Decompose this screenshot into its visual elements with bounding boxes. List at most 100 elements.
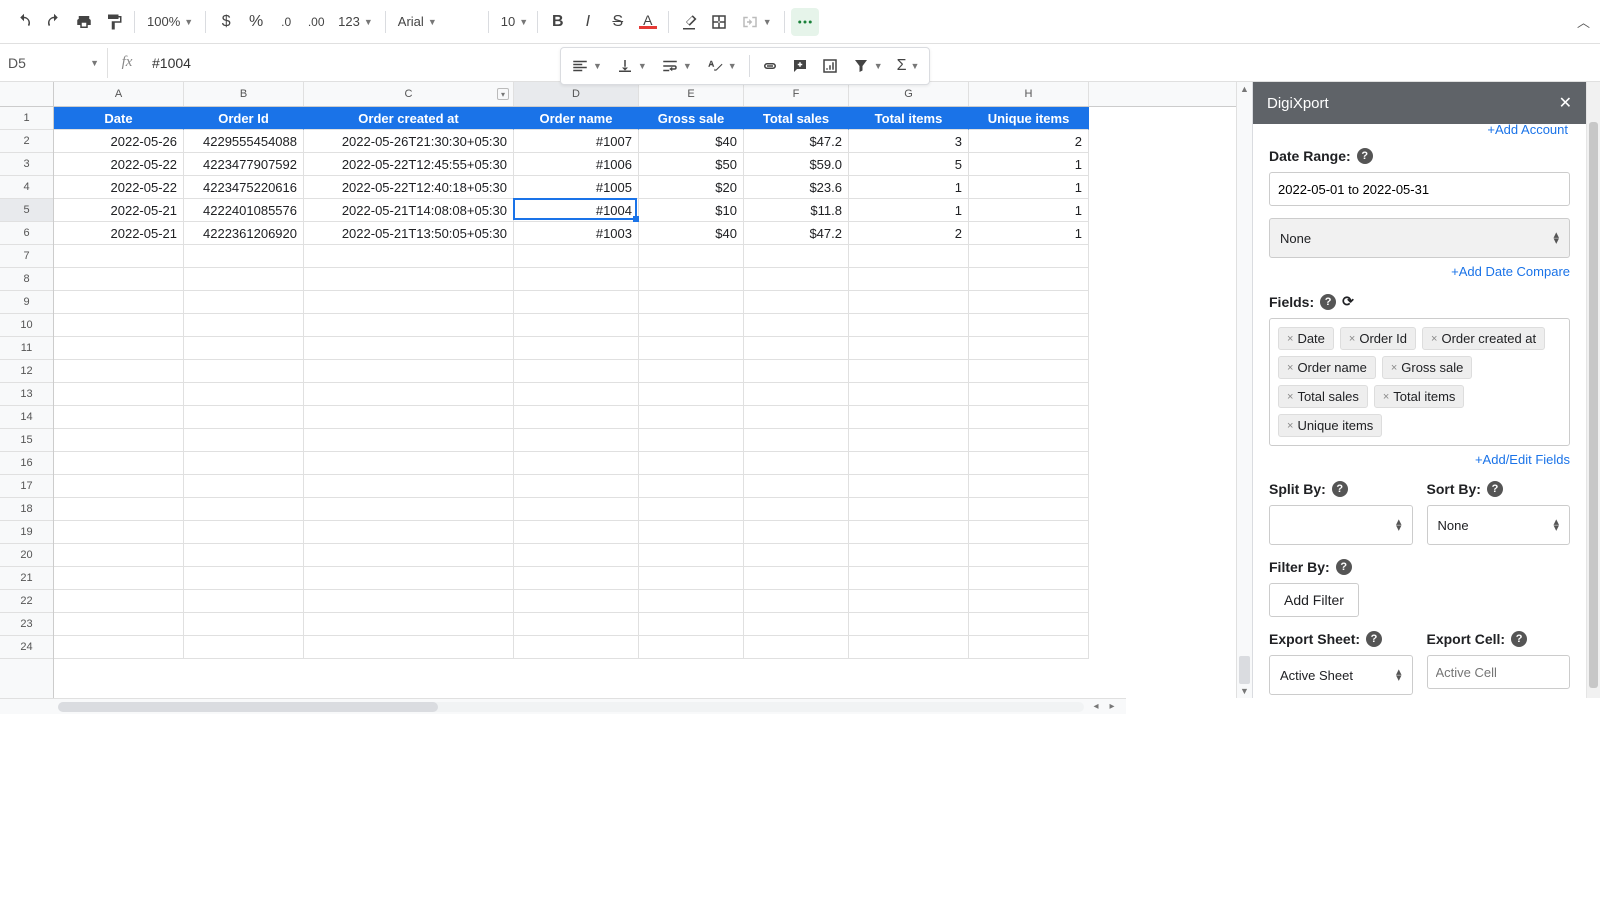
- cell[interactable]: [184, 406, 304, 429]
- cell[interactable]: [54, 636, 184, 659]
- cell[interactable]: [54, 521, 184, 544]
- field-chip[interactable]: ×Order Id: [1340, 327, 1416, 350]
- cell[interactable]: [514, 590, 639, 613]
- cell[interactable]: [304, 452, 514, 475]
- cell[interactable]: [184, 268, 304, 291]
- percent-icon[interactable]: %: [242, 8, 270, 36]
- cell[interactable]: [514, 567, 639, 590]
- cell[interactable]: [849, 636, 969, 659]
- fill-color-icon[interactable]: [675, 8, 703, 36]
- column-header-F[interactable]: F: [744, 82, 849, 106]
- row-header[interactable]: 18: [0, 498, 53, 521]
- cell[interactable]: [304, 429, 514, 452]
- cell[interactable]: [969, 337, 1089, 360]
- row-header[interactable]: 20: [0, 544, 53, 567]
- cell[interactable]: [514, 498, 639, 521]
- cell[interactable]: [54, 406, 184, 429]
- cell[interactable]: 1: [849, 176, 969, 199]
- cell[interactable]: #1003: [514, 222, 639, 245]
- cell[interactable]: [969, 475, 1089, 498]
- cell[interactable]: [304, 544, 514, 567]
- cell[interactable]: [849, 475, 969, 498]
- header-cell[interactable]: Unique items: [969, 107, 1089, 130]
- add-date-compare-link[interactable]: +Add Date Compare: [1269, 264, 1570, 279]
- remove-chip-icon[interactable]: ×: [1383, 391, 1389, 403]
- cell[interactable]: [304, 291, 514, 314]
- cell[interactable]: [514, 475, 639, 498]
- cell[interactable]: [639, 498, 744, 521]
- cell[interactable]: [849, 521, 969, 544]
- row-header[interactable]: 10: [0, 314, 53, 337]
- header-cell[interactable]: Date: [54, 107, 184, 130]
- vertical-align-dropdown[interactable]: ▼: [610, 52, 653, 80]
- cell[interactable]: [304, 268, 514, 291]
- remove-chip-icon[interactable]: ×: [1287, 391, 1293, 403]
- cell[interactable]: [744, 406, 849, 429]
- remove-chip-icon[interactable]: ×: [1391, 362, 1397, 374]
- cell[interactable]: [639, 429, 744, 452]
- cell[interactable]: [849, 452, 969, 475]
- merge-cells-dropdown[interactable]: ▼: [735, 8, 778, 36]
- cell[interactable]: [744, 567, 849, 590]
- cell[interactable]: [514, 636, 639, 659]
- strikethrough-icon[interactable]: S: [604, 8, 632, 36]
- cell[interactable]: [639, 521, 744, 544]
- cell[interactable]: 2022-05-22T12:45:55+05:30: [304, 153, 514, 176]
- cell[interactable]: [744, 429, 849, 452]
- column-header-D[interactable]: D: [514, 82, 639, 106]
- text-wrap-dropdown[interactable]: ▼: [655, 52, 698, 80]
- field-chip[interactable]: ×Date: [1278, 327, 1334, 350]
- cell[interactable]: 2022-05-22: [54, 153, 184, 176]
- header-cell[interactable]: Order Id: [184, 107, 304, 130]
- scroll-up-icon[interactable]: ▲: [1237, 82, 1252, 96]
- bold-icon[interactable]: B: [544, 8, 572, 36]
- cell[interactable]: [514, 406, 639, 429]
- cell[interactable]: 2: [969, 130, 1089, 153]
- cell[interactable]: $40: [639, 130, 744, 153]
- cell[interactable]: $59.0: [744, 153, 849, 176]
- cell[interactable]: [849, 567, 969, 590]
- insert-link-icon[interactable]: [756, 52, 784, 80]
- cell[interactable]: [514, 521, 639, 544]
- cell[interactable]: [744, 590, 849, 613]
- cell[interactable]: $20: [639, 176, 744, 199]
- field-chip[interactable]: ×Unique items: [1278, 414, 1382, 437]
- cell[interactable]: [54, 498, 184, 521]
- cell[interactable]: [304, 337, 514, 360]
- collapse-toolbar-icon[interactable]: ︿: [1577, 12, 1590, 31]
- cell[interactable]: 2022-05-21: [54, 222, 184, 245]
- currency-icon[interactable]: $: [212, 8, 240, 36]
- header-cell[interactable]: Total items: [849, 107, 969, 130]
- remove-chip-icon[interactable]: ×: [1349, 333, 1355, 345]
- cell[interactable]: [849, 429, 969, 452]
- cell[interactable]: [744, 314, 849, 337]
- row-header[interactable]: 22: [0, 590, 53, 613]
- cell[interactable]: [184, 429, 304, 452]
- cell[interactable]: [54, 291, 184, 314]
- cell[interactable]: [969, 567, 1089, 590]
- cell[interactable]: 2022-05-21T13:50:05+05:30: [304, 222, 514, 245]
- column-header-H[interactable]: H: [969, 82, 1089, 106]
- decrease-decimal-icon[interactable]: .0: [272, 8, 300, 36]
- row-header[interactable]: 21: [0, 567, 53, 590]
- field-chip[interactable]: ×Gross sale: [1382, 356, 1473, 379]
- cell[interactable]: [969, 452, 1089, 475]
- print-icon[interactable]: [70, 8, 98, 36]
- insert-comment-icon[interactable]: [786, 52, 814, 80]
- cell[interactable]: [639, 567, 744, 590]
- cell[interactable]: [54, 360, 184, 383]
- cell[interactable]: [514, 360, 639, 383]
- cell[interactable]: [54, 268, 184, 291]
- remove-chip-icon[interactable]: ×: [1431, 333, 1437, 345]
- cell[interactable]: [639, 452, 744, 475]
- header-cell[interactable]: Gross sale: [639, 107, 744, 130]
- cell[interactable]: [969, 268, 1089, 291]
- cell[interactable]: [744, 521, 849, 544]
- cell[interactable]: 2022-05-21: [54, 199, 184, 222]
- column-header-B[interactable]: B: [184, 82, 304, 106]
- sheet-next-icon[interactable]: ▸: [1104, 701, 1120, 712]
- cell[interactable]: [304, 360, 514, 383]
- horizontal-align-dropdown[interactable]: ▼: [565, 52, 608, 80]
- row-header[interactable]: 7: [0, 245, 53, 268]
- scroll-down-icon[interactable]: ▼: [1237, 684, 1252, 698]
